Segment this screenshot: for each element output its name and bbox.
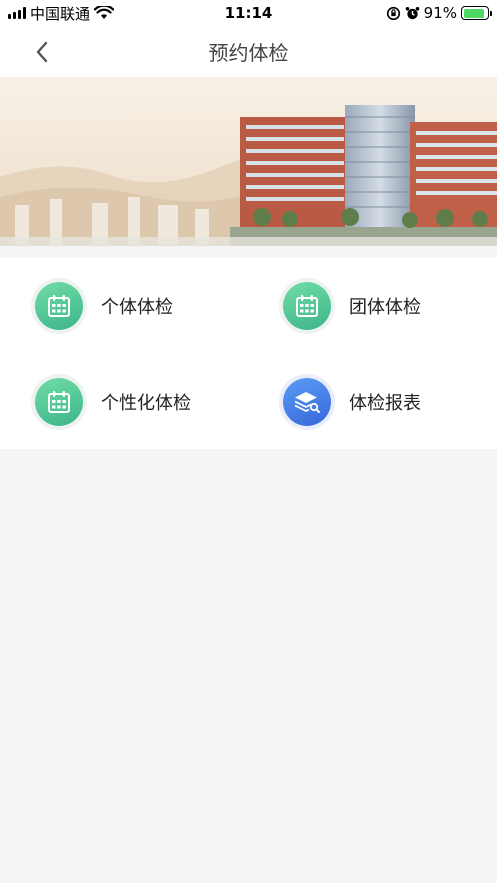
battery-percent: 91% xyxy=(423,4,457,22)
hospital-banner xyxy=(0,77,497,246)
menu-item-checkup-report[interactable]: 体检报表 xyxy=(279,367,421,437)
menu-icon-ring xyxy=(279,278,335,334)
battery-icon xyxy=(461,6,492,20)
menu-item-label: 团体体检 xyxy=(349,297,421,318)
wifi-icon xyxy=(94,6,115,19)
back-button[interactable] xyxy=(24,34,60,70)
hospital-building-image xyxy=(0,77,497,246)
status-left: 中国联通 xyxy=(8,3,115,24)
status-bar: 中国联通 11:14 91% xyxy=(0,0,497,26)
battery-level xyxy=(463,8,485,18)
menu-icon-ring xyxy=(279,374,335,430)
menu-item-personalized-checkup[interactable]: 个性化体检 xyxy=(31,367,191,437)
status-right: 91% xyxy=(386,4,492,22)
menu-icon-ring xyxy=(31,374,87,430)
calendar-icon xyxy=(35,378,83,426)
chevron-left-icon xyxy=(36,41,48,63)
carrier-label: 中国联通 xyxy=(30,4,91,23)
page-title: 预约体检 xyxy=(208,41,289,65)
menu-item-group-checkup[interactable]: 团体体检 xyxy=(279,271,421,341)
menu-icon-ring xyxy=(31,278,87,334)
menu-item-label: 体检报表 xyxy=(349,393,421,414)
menu-item-label: 个体体检 xyxy=(101,297,173,318)
calendar-icon xyxy=(35,282,83,330)
rotation-lock-icon xyxy=(386,6,400,20)
signal-icon xyxy=(8,7,26,19)
alarm-icon xyxy=(405,6,419,19)
checkup-menu: 个体体检 团体体检 个性化体检 体检报表 xyxy=(0,258,497,449)
calendar-icon xyxy=(283,282,331,330)
navigation-bar: 预约体检 xyxy=(0,26,497,77)
menu-item-individual-checkup[interactable]: 个体体检 xyxy=(31,271,173,341)
layers-search-icon xyxy=(283,378,331,426)
menu-item-label: 个性化体检 xyxy=(101,393,191,414)
